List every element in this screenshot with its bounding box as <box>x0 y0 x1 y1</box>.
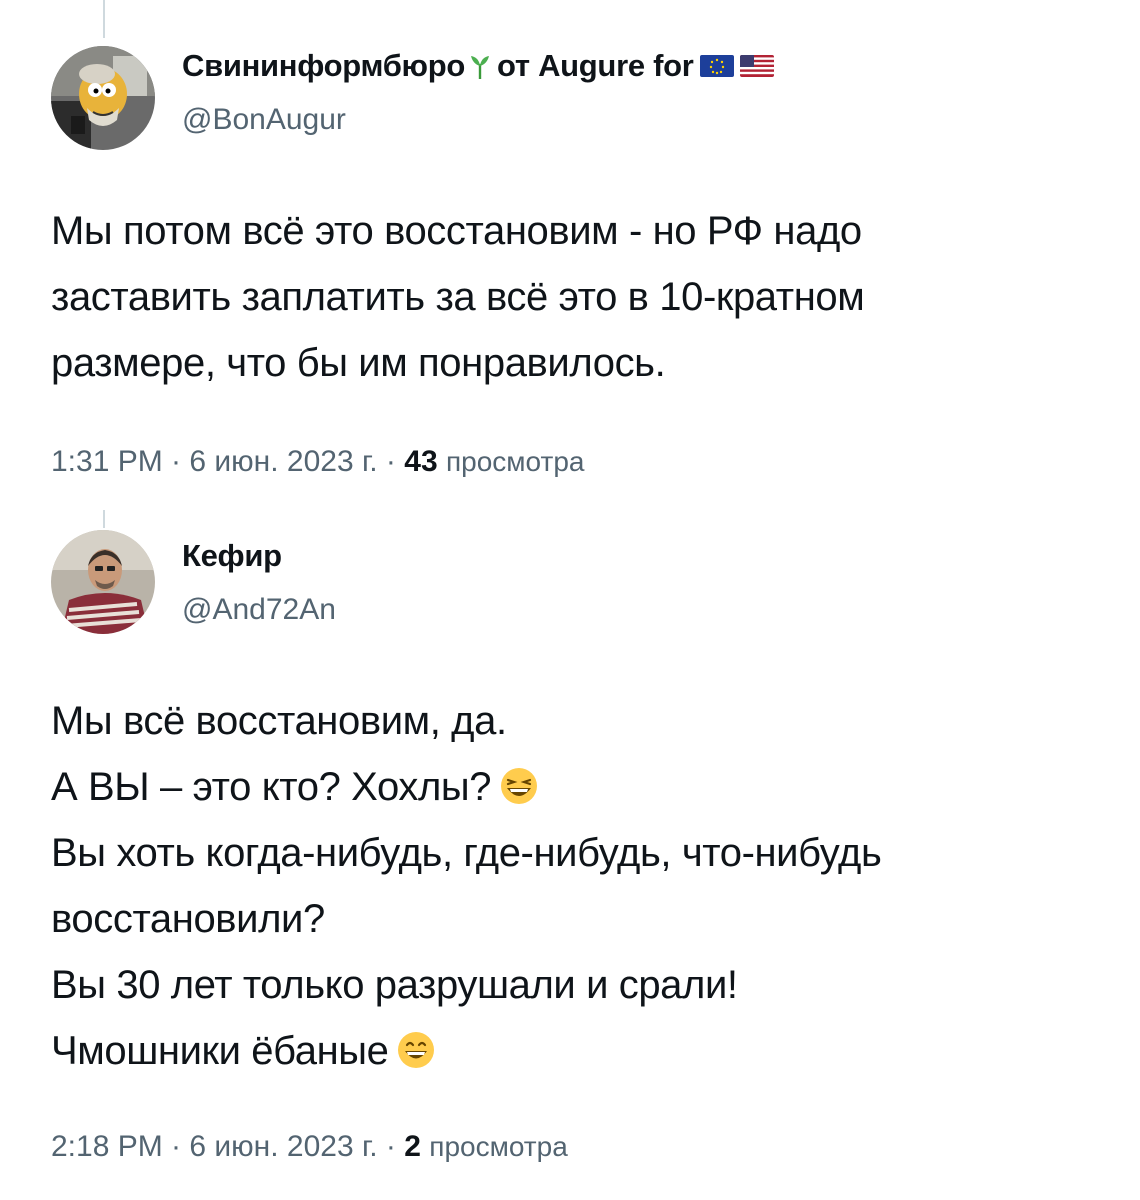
thread-line <box>103 510 105 528</box>
tweet-text: Мы потом всё это восстановим - но РФ над… <box>51 198 1111 396</box>
avatar-image <box>51 530 155 634</box>
tweet-text-line: Вы хоть когда-нибудь, где-нибудь, что-ни… <box>51 831 882 875</box>
tweet-text-fragment: Чмошники ёбаные <box>51 1029 389 1073</box>
avatar[interactable] <box>51 530 155 634</box>
sprout-icon <box>469 52 491 80</box>
tweet-text-line: заставить заплатить за всё это в 10-крат… <box>51 275 865 319</box>
laughing-emoji-icon <box>499 766 539 806</box>
tweet-text-line: А ВЫ – это кто? Хохлы? <box>51 754 1111 820</box>
tweet-text-line: Вы 30 лет только разрушали и срали! <box>51 963 738 1007</box>
tweet-timestamp[interactable]: 1:31 PM · 6 июн. 2023 г. · <box>51 445 396 478</box>
eu-flag-icon <box>699 55 734 77</box>
views-count: 43 <box>404 445 438 478</box>
tweet-text-line: Чмошники ёбаные <box>51 1018 1111 1084</box>
tweet-text-line: восстановили? <box>51 897 325 941</box>
display-name[interactable]: Свининформбюро <box>182 48 465 84</box>
tweet-text-line: Мы всё восстановим, да. <box>51 699 507 743</box>
user-handle[interactable]: @BonAugur <box>182 103 346 137</box>
tweet-text-line: размере, что бы им понравилось. <box>51 341 666 385</box>
views-count: 2 <box>404 1130 421 1163</box>
views-label: просмотра <box>429 1131 568 1162</box>
tweet-text: Мы всё восстановим, да. А ВЫ – это кто? … <box>51 688 1111 1084</box>
thread-line <box>103 0 105 38</box>
display-name[interactable]: Кефир <box>182 538 282 574</box>
avatar[interactable] <box>51 46 155 150</box>
tweet-text-fragment: А ВЫ – это кто? Хохлы? <box>51 765 492 809</box>
avatar-image <box>51 46 155 150</box>
author-name-row[interactable]: Кефир <box>182 538 282 574</box>
tweet-meta: 2:18 PM · 6 июн. 2023 г. · 2 просмотра <box>51 1130 568 1164</box>
tweet-1[interactable]: Свининформбюро от Augure for @BonAugur М… <box>0 0 1140 500</box>
tweet-2[interactable]: Кефир @And72An Мы всё восстановим, да. А… <box>0 510 1140 1200</box>
grinning-emoji-icon <box>396 1030 436 1070</box>
views-label: просмотра <box>445 446 585 477</box>
tweet-timestamp[interactable]: 2:18 PM · 6 июн. 2023 г. · <box>51 1130 396 1163</box>
tweet-meta: 1:31 PM · 6 июн. 2023 г. · 43 просмотра <box>51 445 584 479</box>
tweet-text-line: Мы потом всё это восстановим - но РФ над… <box>51 209 862 253</box>
display-name-suffix[interactable]: от Augure for <box>497 48 694 84</box>
user-handle[interactable]: @And72An <box>182 593 336 627</box>
us-flag-icon <box>739 55 774 77</box>
author-name-row[interactable]: Свининформбюро от Augure for <box>182 48 774 84</box>
